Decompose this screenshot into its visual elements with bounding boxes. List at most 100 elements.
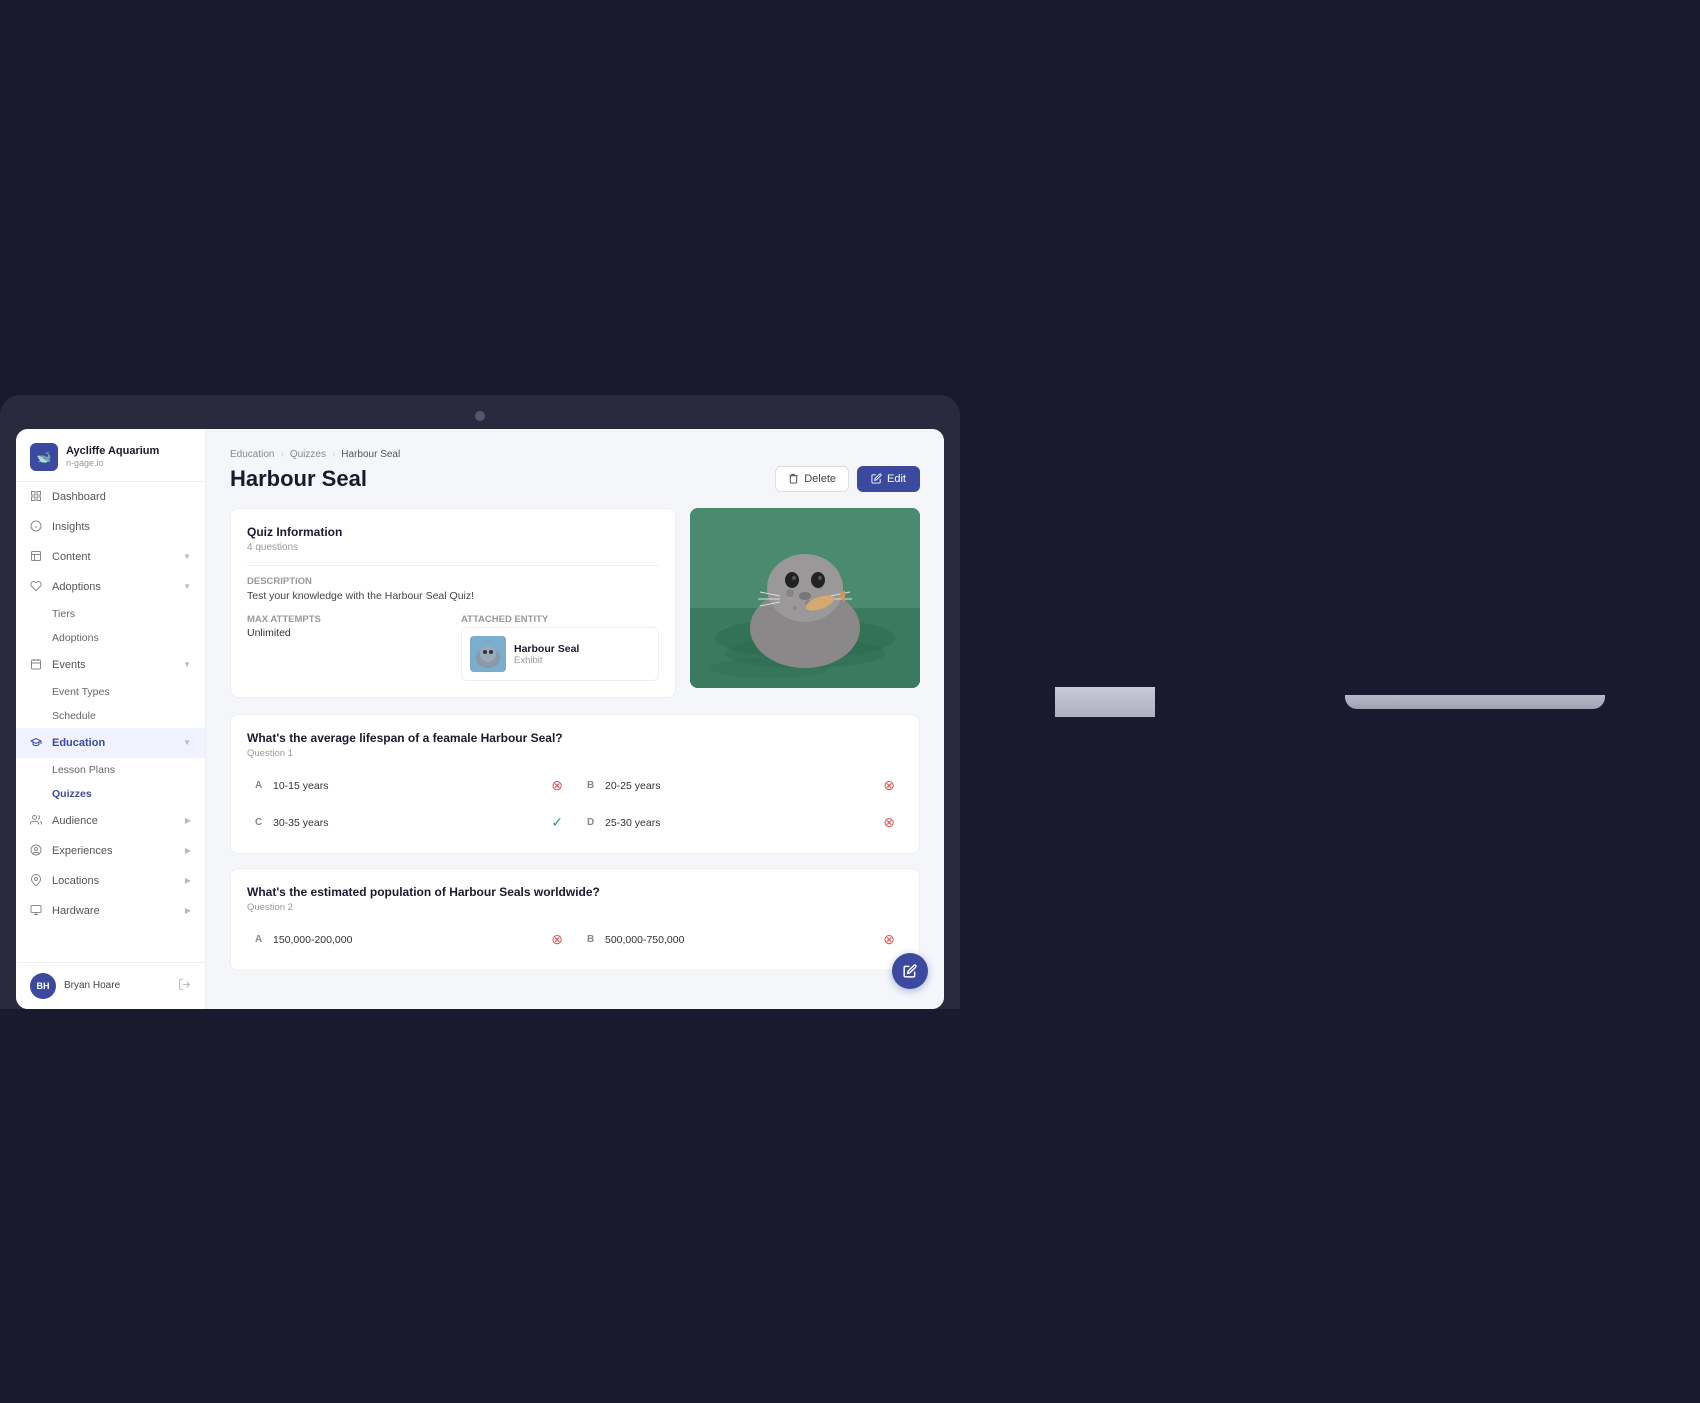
monitor-stand-base: [1345, 695, 1605, 709]
app-name: Aycliffe Aquarium: [66, 445, 159, 458]
audience-chevron-icon: ▶: [185, 816, 191, 825]
sidebar-item-insights-label: Insights: [52, 521, 90, 533]
sidebar-logo: 🐋 Aycliffe Aquarium n-gage.io: [16, 429, 205, 482]
content-icon: [30, 550, 44, 564]
option-2a-icon: ⊗: [551, 931, 563, 948]
option-2b-letter: B: [587, 934, 599, 945]
delete-button[interactable]: Delete: [775, 466, 849, 492]
quiz-info-card: Quiz Information 4 questions Description…: [230, 508, 676, 699]
option-1a-icon: ⊗: [551, 777, 563, 794]
page-title-row: Harbour Seal Delete Edit: [230, 466, 920, 492]
entity-thumb-image: [470, 636, 506, 672]
question-2-label: Question 2: [247, 902, 903, 913]
events-chevron-icon: ▼: [183, 660, 191, 669]
sidebar-item-hardware-label: Hardware: [52, 905, 100, 917]
content-chevron-icon: ▼: [183, 552, 191, 561]
sidebar-subitem-quizzes[interactable]: Quizzes: [16, 782, 205, 806]
sidebar-item-insights[interactable]: Insights: [16, 512, 205, 542]
audience-icon: [30, 814, 44, 828]
sidebar-footer: BH Bryan Hoare: [16, 962, 205, 1009]
option-1a: A 10-15 years ⊗: [247, 771, 571, 800]
option-2b: B 500,000-750,000 ⊗: [579, 925, 903, 954]
edit-button-label: Edit: [887, 473, 906, 485]
quiz-info-section: Quiz Information 4 questions Description…: [230, 508, 920, 699]
adoptions-icon: [30, 580, 44, 594]
experiences-icon: [30, 844, 44, 858]
delete-button-label: Delete: [804, 473, 836, 485]
app-domain: n-gage.io: [66, 458, 159, 468]
sidebar-subitem-lesson-plans[interactable]: Lesson Plans: [16, 758, 205, 782]
quiz-fields: Max Attempts Unlimited Attached Entity: [247, 614, 659, 681]
sidebar-item-adoptions[interactable]: Adoptions ▼: [16, 572, 205, 602]
max-attempts-value: Unlimited: [247, 627, 445, 639]
events-icon: [30, 658, 44, 672]
description-label: Description: [247, 576, 659, 587]
option-2a-text: 150,000-200,000: [273, 934, 352, 946]
option-1a-text: 10-15 years: [273, 780, 328, 792]
quiz-questions-count: 4 questions: [247, 542, 659, 553]
question-card-2: What's the estimated population of Harbo…: [230, 868, 920, 971]
option-1b: B 20-25 years ⊗: [579, 771, 903, 800]
sidebar-item-audience-label: Audience: [52, 815, 98, 827]
description-text: Test your knowledge with the Harbour Sea…: [247, 589, 659, 605]
option-1d: D 25-30 years ⊗: [579, 808, 903, 837]
divider: [247, 565, 659, 566]
option-1c-text: 30-35 years: [273, 817, 328, 829]
monitor-stand-neck: [1055, 687, 1155, 717]
monitor-camera: [475, 411, 485, 421]
sidebar: 🐋 Aycliffe Aquarium n-gage.io Dashboard: [16, 429, 206, 1009]
action-buttons: Delete Edit: [775, 466, 920, 492]
option-2b-icon: ⊗: [883, 931, 895, 948]
breadcrumb-quizzes[interactable]: Quizzes: [290, 449, 326, 460]
option-2a-letter: A: [255, 934, 267, 945]
sidebar-item-hardware[interactable]: Hardware ▶: [16, 896, 205, 926]
question-1-label: Question 1: [247, 748, 903, 759]
entity-name: Harbour Seal: [514, 643, 579, 655]
page-title: Harbour Seal: [230, 466, 367, 492]
option-1b-letter: B: [587, 780, 599, 791]
option-1c-icon: ✓: [551, 814, 563, 831]
sidebar-item-experiences[interactable]: Experiences ▶: [16, 836, 205, 866]
entity-thumbnail: [470, 636, 506, 672]
sidebar-item-adoptions-label: Adoptions: [52, 581, 101, 593]
breadcrumb-sep-1: ›: [280, 449, 283, 460]
locations-icon: [30, 874, 44, 888]
main-content: Education › Quizzes › Harbour Seal Harbo…: [206, 429, 944, 1009]
fab-edit-button[interactable]: [892, 953, 928, 989]
avatar: BH: [30, 973, 56, 999]
question-2-options: A 150,000-200,000 ⊗ B 500,000-750,000 ⊗: [247, 925, 903, 954]
sidebar-item-education[interactable]: Education ▼: [16, 728, 205, 758]
question-1-text: What's the average lifespan of a feamale…: [247, 731, 903, 745]
entity-type: Exhibit: [514, 655, 579, 666]
quiz-info-title: Quiz Information: [247, 525, 659, 539]
sidebar-item-events[interactable]: Events ▼: [16, 650, 205, 680]
sidebar-item-content[interactable]: Content ▼: [16, 542, 205, 572]
sidebar-item-education-label: Education: [52, 737, 105, 749]
sidebar-item-dashboard-label: Dashboard: [52, 491, 106, 503]
sidebar-subitem-adoptions[interactable]: Adoptions: [16, 626, 205, 650]
option-2a: A 150,000-200,000 ⊗: [247, 925, 571, 954]
sidebar-subitem-tiers[interactable]: Tiers: [16, 602, 205, 626]
sidebar-item-audience[interactable]: Audience ▶: [16, 806, 205, 836]
max-attempts-label: Max Attempts: [247, 614, 445, 625]
footer-user-name: Bryan Hoare: [64, 980, 170, 991]
question-1-options: A 10-15 years ⊗ B 20-25 years ⊗: [247, 771, 903, 837]
sidebar-subitem-schedule[interactable]: Schedule: [16, 704, 205, 728]
dashboard-icon: [30, 490, 44, 504]
question-card-1: What's the average lifespan of a feamale…: [230, 714, 920, 854]
logout-icon[interactable]: [178, 978, 191, 994]
sidebar-item-locations[interactable]: Locations ▶: [16, 866, 205, 896]
main-nav: Dashboard Insights Content ▼: [16, 482, 205, 926]
sidebar-item-dashboard[interactable]: Dashboard: [16, 482, 205, 512]
breadcrumb-sep-2: ›: [332, 449, 335, 460]
edit-button[interactable]: Edit: [857, 466, 920, 492]
sidebar-item-events-label: Events: [52, 659, 86, 671]
question-2-text: What's the estimated population of Harbo…: [247, 885, 903, 899]
attached-entity-box: Harbour Seal Exhibit: [461, 627, 659, 681]
locations-chevron-icon: ▶: [185, 876, 191, 885]
option-1d-icon: ⊗: [883, 814, 895, 831]
option-1d-letter: D: [587, 817, 599, 828]
sidebar-subitem-event-types[interactable]: Event Types: [16, 680, 205, 704]
breadcrumb-education[interactable]: Education: [230, 449, 274, 460]
experiences-chevron-icon: ▶: [185, 846, 191, 855]
